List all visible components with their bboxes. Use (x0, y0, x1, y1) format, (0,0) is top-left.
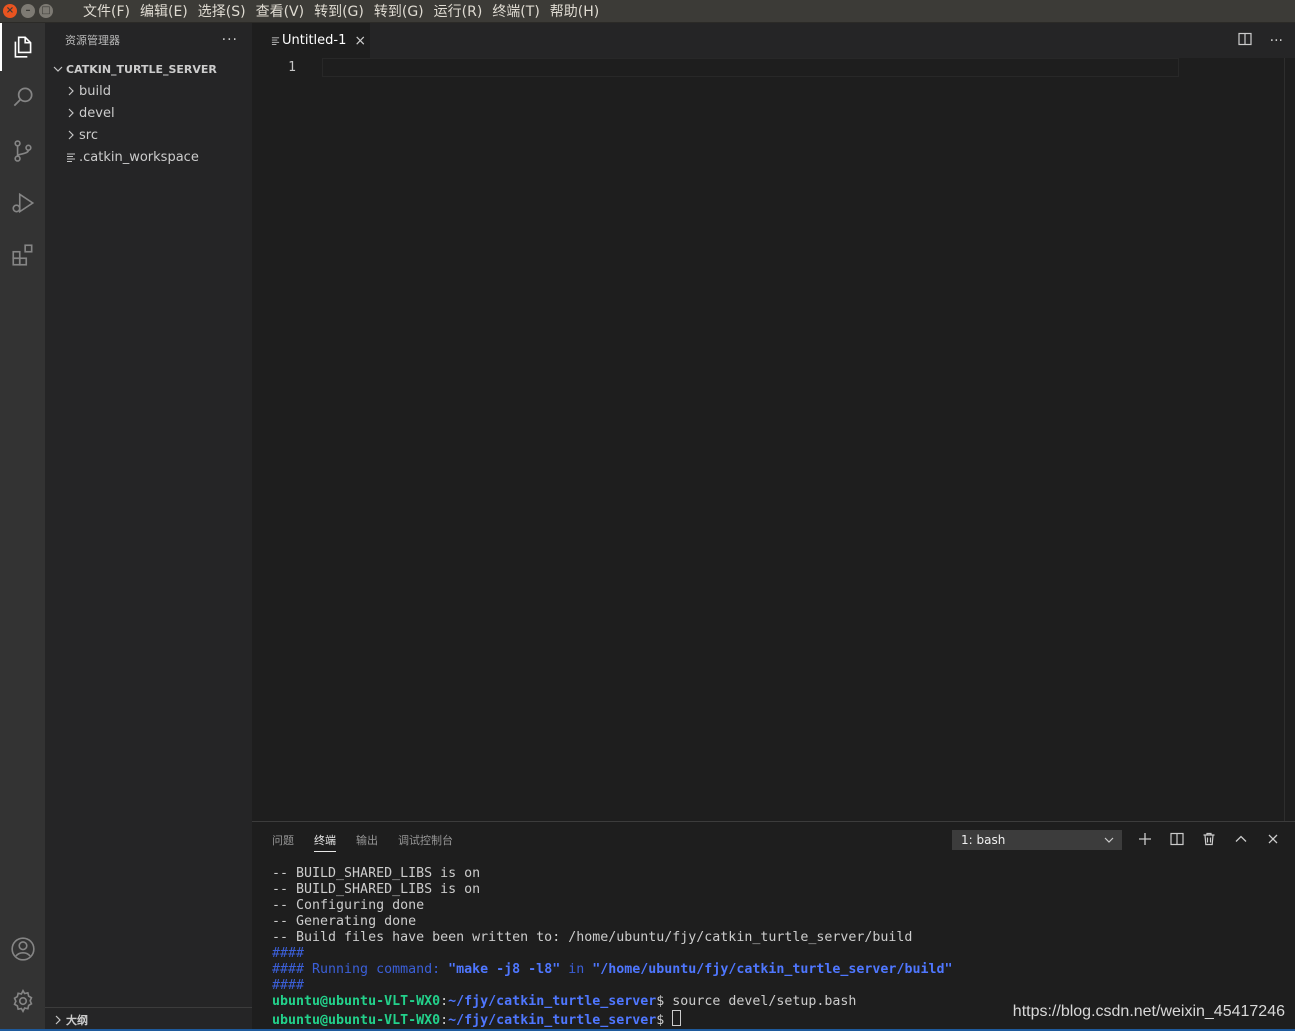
menu-file[interactable]: 文件(F) (78, 1, 135, 21)
prompt-dollar: $ (656, 994, 673, 1009)
more-actions-icon[interactable]: ··· (1270, 33, 1283, 49)
panel-tabs: 问题 终端 输出 调试控制台 (272, 822, 453, 857)
prompt-colon: : (440, 1013, 449, 1028)
tab-label: Untitled-1 (282, 33, 347, 48)
current-line-highlight (322, 58, 1179, 77)
line-number: 1 (288, 60, 296, 75)
window-maximize-button[interactable]: □ (39, 4, 53, 18)
tree-item-build[interactable]: build (45, 80, 252, 102)
prompt-colon: : (440, 994, 449, 1009)
terminal-cursor (672, 1010, 682, 1026)
split-editor-icon[interactable] (1238, 31, 1252, 50)
close-icon[interactable]: × (354, 33, 366, 49)
outline-label: 大纲 (66, 1013, 88, 1027)
editor-tab-bar: Untitled-1 × ··· (252, 23, 1295, 58)
tree-item-label: .catkin_workspace (79, 149, 199, 165)
terminal-line: -- Build files have been written to: /ho… (272, 930, 913, 945)
terminal-prompt-line: ubuntu@ubuntu-VLT-WX0:~/fjy/catkin_turtl… (272, 1010, 952, 1029)
prompt-path: ~/fjy/catkin_turtle_server (448, 1013, 657, 1028)
chevron-down-icon (1104, 834, 1114, 848)
tree-item-label: devel (79, 105, 115, 121)
prompt-user: ubuntu@ubuntu-VLT-WX0 (272, 994, 441, 1009)
menu-go[interactable]: 转到(G) (309, 1, 369, 21)
terminal-line: -- BUILD_SHARED_LIBS is on (272, 882, 481, 897)
watermark: https://blog.csdn.net/weixin_45417246 (1012, 1003, 1285, 1020)
chevron-right-icon (63, 130, 79, 140)
tab-untitled-1[interactable]: Untitled-1 × (252, 23, 370, 58)
run-command: "make -j8 -l8" (448, 962, 561, 977)
terminal-select-value: 1: bash (961, 833, 1006, 847)
terminal-output[interactable]: -- BUILD_SHARED_LIBS is on -- BUILD_SHARE… (272, 866, 952, 1029)
workspace-root[interactable]: CATKIN_TURTLE_SERVER (45, 58, 252, 80)
chevron-right-icon (50, 1015, 66, 1025)
terminal-line: -- Generating done (272, 914, 417, 929)
prompt-path: ~/fjy/catkin_turtle_server (448, 994, 657, 1009)
menu-go-2[interactable]: 转到(G) (369, 1, 429, 21)
minimap-divider (1284, 58, 1285, 821)
new-terminal-icon[interactable] (1136, 832, 1154, 846)
terminal-prompt-line: ubuntu@ubuntu-VLT-WX0:~/fjy/catkin_turtl… (272, 994, 952, 1010)
terminal-run-line: #### Running command: "make -j8 -l8" in … (272, 962, 952, 978)
text-file-icon (268, 36, 282, 45)
chevron-right-icon (63, 108, 79, 118)
run-debug-icon[interactable] (0, 179, 45, 227)
panel-actions (1136, 828, 1282, 850)
terminal-line: #### (272, 978, 305, 993)
menu-run[interactable]: 运行(R) (429, 1, 488, 21)
explorer-title: 资源管理器 (65, 34, 120, 47)
workspace-root-label: CATKIN_TURTLE_SERVER (66, 62, 217, 76)
tree-item-catkin-workspace[interactable]: .catkin_workspace (45, 146, 252, 168)
tab-debug-console[interactable]: 调试控制台 (398, 822, 453, 857)
explorer-header: 资源管理器 ··· (45, 23, 252, 57)
run-prefix: #### Running command: (272, 962, 449, 977)
tab-output[interactable]: 输出 (356, 822, 378, 857)
close-icon[interactable] (1264, 832, 1282, 846)
menu: 文件(F) 编辑(E) 选择(S) 查看(V) 转到(G) 转到(G) 运行(R… (78, 1, 604, 21)
explorer-sidebar: 资源管理器 ··· CATKIN_TURTLE_SERVER build dev… (45, 23, 252, 1031)
window-minimize-button[interactable]: – (21, 4, 35, 18)
window-controls: × – □ (0, 4, 69, 18)
window-close-button[interactable]: × (3, 4, 17, 18)
outline-section[interactable]: 大纲 (45, 1007, 252, 1031)
bottom-panel: 问题 终端 输出 调试控制台 1: bash -- BUILD_SHARED_L… (252, 821, 1295, 1031)
editor-area[interactable]: 1 (252, 58, 1295, 821)
trash-icon[interactable] (1200, 832, 1218, 846)
tree-item-label: build (79, 83, 111, 99)
prompt-command: source devel/setup.bash (672, 994, 857, 1009)
menu-help[interactable]: 帮助(H) (545, 1, 604, 21)
prompt-user: ubuntu@ubuntu-VLT-WX0 (272, 1013, 441, 1028)
account-icon[interactable] (0, 925, 45, 973)
text-file-icon (63, 152, 79, 162)
tab-terminal[interactable]: 终端 (314, 822, 336, 857)
terminal-line: -- Configuring done (272, 898, 425, 913)
chevron-up-icon[interactable] (1232, 832, 1250, 846)
explorer-icon[interactable] (0, 23, 45, 71)
tree-item-devel[interactable]: devel (45, 102, 252, 124)
menu-view[interactable]: 查看(V) (251, 1, 310, 21)
source-control-icon[interactable] (0, 127, 45, 175)
menu-selection[interactable]: 选择(S) (193, 1, 251, 21)
activity-bar (0, 23, 45, 1031)
tree-item-label: src (79, 127, 98, 143)
menu-edit[interactable]: 编辑(E) (135, 1, 193, 21)
editor-actions: ··· (1238, 23, 1283, 58)
more-actions-icon[interactable]: ··· (222, 32, 238, 48)
run-path: "/home/ubuntu/fjy/catkin_turtle_server/b… (592, 962, 953, 977)
terminal-select[interactable]: 1: bash (952, 830, 1122, 850)
settings-gear-icon[interactable] (0, 977, 45, 1025)
tab-problems[interactable]: 问题 (272, 822, 294, 857)
split-terminal-icon[interactable] (1168, 832, 1186, 846)
prompt-dollar: $ (656, 1013, 673, 1028)
search-icon[interactable] (0, 73, 45, 121)
chevron-down-icon (50, 64, 66, 74)
title-menu-bar: × – □ 文件(F) 编辑(E) 选择(S) 查看(V) 转到(G) 转到(G… (0, 0, 1295, 23)
chevron-right-icon (63, 86, 79, 96)
terminal-line: -- BUILD_SHARED_LIBS is on (272, 866, 481, 881)
tree-item-src[interactable]: src (45, 124, 252, 146)
extensions-icon[interactable] (0, 231, 45, 279)
menu-terminal[interactable]: 终端(T) (487, 1, 544, 21)
terminal-line: #### (272, 946, 305, 961)
run-in: in (560, 962, 593, 977)
